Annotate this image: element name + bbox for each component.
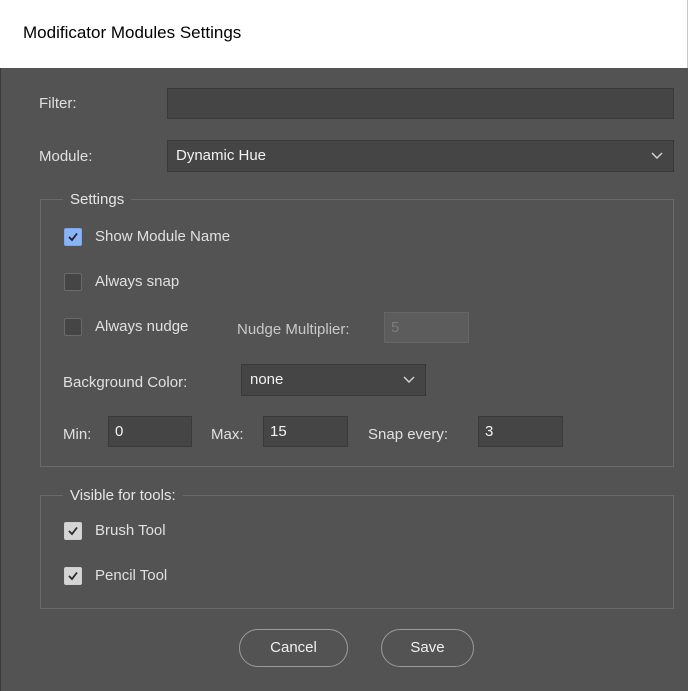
cancel-button[interactable]: Cancel (239, 629, 348, 667)
always-nudge-checkbox[interactable] (64, 318, 82, 336)
min-label: Min: (63, 426, 92, 443)
max-label: Max: (211, 426, 244, 443)
module-selected-value: Dynamic Hue (176, 147, 267, 164)
always-snap-checkbox[interactable] (64, 273, 82, 291)
filter-input[interactable] (167, 88, 674, 119)
visible-tools-legend: Visible for tools: (63, 487, 183, 504)
checkmark-icon (68, 571, 78, 581)
snap-every-input[interactable]: 3 (478, 416, 563, 447)
show-module-name-label: Show Module Name (95, 228, 231, 245)
chevron-down-icon (403, 376, 415, 383)
settings-dialog: Filter: Module: Dynamic Hue Settings Sho… (0, 68, 688, 691)
snap-every-label: Snap every: (368, 426, 449, 443)
brush-tool-checkbox[interactable] (64, 522, 82, 540)
show-module-name-checkbox[interactable] (64, 228, 82, 246)
window-title: Modificator Modules Settings (23, 23, 242, 42)
save-button[interactable]: Save (381, 629, 474, 667)
min-input[interactable]: 0 (108, 416, 192, 447)
chevron-down-icon (651, 152, 663, 159)
always-nudge-label: Always nudge (95, 318, 189, 335)
pencil-tool-checkbox[interactable] (64, 567, 82, 585)
filter-label: Filter: (39, 95, 77, 112)
nudge-multiplier-label: Nudge Multiplier: (237, 321, 350, 338)
background-color-label: Background Color: (63, 374, 188, 391)
settings-legend: Settings (63, 191, 132, 208)
background-color-selected-value: none (250, 371, 284, 388)
checkmark-icon (68, 526, 78, 536)
brush-tool-label: Brush Tool (95, 522, 166, 539)
module-label: Module: (39, 148, 93, 165)
always-snap-label: Always snap (95, 273, 180, 290)
title-bar: Modificator Modules Settings (0, 0, 688, 68)
visible-tools-group (40, 495, 674, 609)
pencil-tool-label: Pencil Tool (95, 567, 168, 584)
checkmark-icon (68, 232, 78, 242)
background-color-select[interactable]: none (241, 364, 426, 396)
max-input[interactable]: 15 (263, 416, 348, 447)
module-select[interactable]: Dynamic Hue (167, 140, 674, 172)
nudge-multiplier-input[interactable]: 5 (384, 312, 469, 343)
